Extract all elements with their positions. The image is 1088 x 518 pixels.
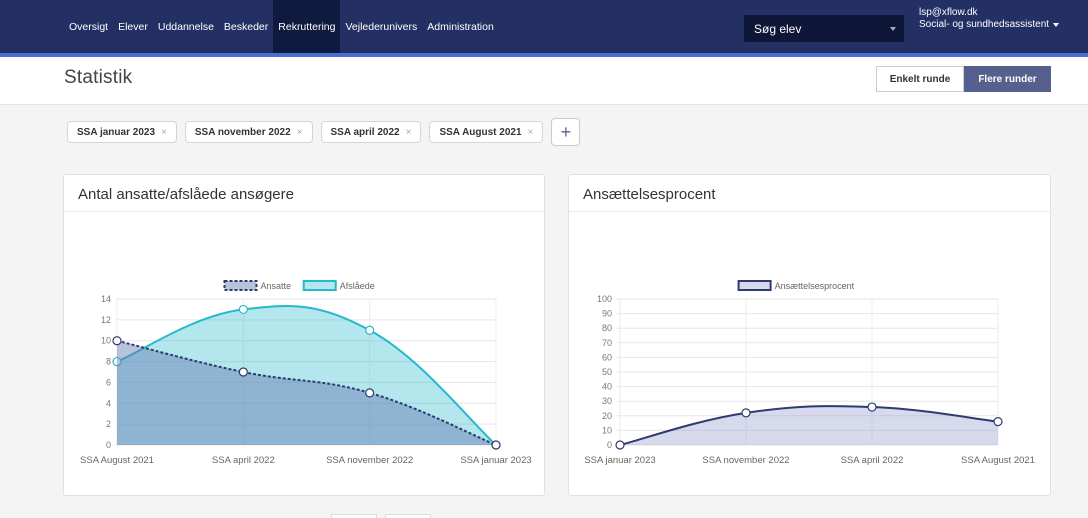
x-tick-label: SSA november 2022: [702, 455, 789, 466]
y-tick-label: 100: [597, 294, 612, 304]
y-tick-label: 20: [602, 411, 612, 421]
y-tick-label: 4: [106, 398, 111, 408]
page-header: Statistik Enkelt runde Flere runder: [0, 57, 1088, 105]
nav-item-uddannelse[interactable]: Uddannelse: [153, 0, 219, 53]
nav-item-vejlederunivers[interactable]: Vejlederunivers: [340, 0, 422, 53]
y-tick-label: 40: [602, 382, 612, 392]
y-tick-label: 80: [602, 323, 612, 333]
legend-label: Afslåede: [340, 281, 375, 291]
page-title: Statistik: [64, 67, 133, 88]
round-filter-chips: SSA januar 2023 × SSA november 2022 × SS…: [67, 118, 581, 146]
chevron-down-icon: [1053, 23, 1060, 27]
y-tick-label: 10: [602, 425, 612, 435]
y-tick-label: 6: [106, 377, 111, 387]
user-email: lsp@xflow.dk: [919, 7, 978, 18]
top-navbar: Oversigt Elever Uddannelse Beskeder Rekr…: [0, 0, 1088, 53]
nav-item-rekruttering[interactable]: Rekruttering: [273, 0, 341, 53]
y-tick-label: 10: [101, 336, 111, 346]
legend-swatch: [302, 280, 337, 291]
hired-rejected-chart: 0 2 4 6 8 10 12 14 SSA August 2021 SSA april 2022…: [80, 280, 532, 466]
close-icon[interactable]: ×: [406, 127, 412, 138]
x-tick-label: SSA August 2021: [961, 455, 1035, 466]
nav-item-beskeder[interactable]: Beskeder: [219, 0, 273, 53]
y-tick-label: 14: [101, 294, 111, 304]
series-area: [620, 406, 998, 445]
nav-item-administration[interactable]: Administration: [422, 0, 499, 53]
legend-label: Ansættelsesprocent: [775, 281, 855, 291]
x-tick-label: SSA januar 2023: [584, 455, 655, 466]
chart-card-hire-percentage: Ansættelsesprocent 0 10 20 30 40 50 60 70 80 90 10…: [568, 174, 1051, 496]
data-point: [365, 388, 375, 398]
chevron-down-icon: [890, 26, 896, 31]
user-role: Social- og sundhedsassistent: [919, 19, 1050, 30]
y-tick-label: 70: [602, 338, 612, 348]
data-point: [112, 336, 122, 346]
round-chip-label: SSA August 2021: [439, 126, 522, 138]
legend-swatch: [223, 280, 258, 291]
single-round-button[interactable]: Enkelt runde: [876, 66, 964, 92]
pagination-button[interactable]: [331, 514, 377, 518]
hire-percentage-chart: 0 10 20 30 40 50 60 70 80 90 100 SSA januar 2023 SSA…: [584, 280, 1035, 466]
y-tick-label: 60: [602, 352, 612, 362]
data-point: [615, 440, 625, 450]
round-chip: SSA januar 2023 ×: [67, 121, 177, 143]
x-tick-label: SSA april 2022: [841, 455, 904, 466]
nav-item-elever[interactable]: Elever: [113, 0, 153, 53]
data-point: [238, 304, 248, 315]
user-role-dropdown[interactable]: Social- og sundhedsassistent: [919, 19, 1060, 31]
y-tick-label: 0: [106, 440, 111, 450]
multiple-rounds-button[interactable]: Flere runder: [964, 66, 1051, 92]
chart-card-hired-rejected: Antal ansatte/afslåede ansøgere 0 2 4 6 8 10 1…: [63, 174, 545, 496]
user-menu[interactable]: lsp@xflow.dk Social- og sundhedsassisten…: [919, 7, 1060, 31]
data-point: [741, 408, 751, 418]
y-tick-label: 0: [607, 440, 612, 450]
data-point: [491, 440, 501, 450]
round-chip-label: SSA november 2022: [194, 126, 291, 138]
student-search-select[interactable]: Søg elev: [744, 15, 904, 42]
legend-label: Ansatte: [261, 281, 292, 291]
y-tick-label: 50: [602, 367, 612, 377]
nav-item-oversigt[interactable]: Oversigt: [64, 0, 113, 53]
data-point: [993, 417, 1003, 427]
data-point: [365, 325, 375, 335]
y-tick-label: 12: [101, 315, 111, 325]
y-tick-label: 2: [106, 419, 111, 429]
round-chip: SSA August 2021 ×: [429, 121, 544, 143]
close-icon[interactable]: ×: [297, 127, 303, 138]
data-point: [238, 367, 248, 377]
x-tick-label: SSA August 2021: [80, 455, 154, 466]
add-round-button[interactable]: +: [551, 118, 581, 146]
y-tick-label: 8: [106, 357, 111, 367]
data-point: [867, 402, 877, 412]
y-tick-label: 90: [602, 309, 612, 319]
y-tick-label: 30: [602, 396, 612, 406]
round-chip-label: SSA januar 2023: [77, 126, 156, 138]
x-tick-label: SSA april 2022: [212, 455, 275, 466]
student-search-label: Søg elev: [754, 21, 802, 36]
close-icon[interactable]: ×: [161, 127, 167, 138]
round-chip-label: SSA april 2022: [330, 126, 400, 138]
x-tick-label: SSA januar 2023: [460, 455, 531, 466]
x-tick-label: SSA november 2022: [326, 455, 413, 466]
pagination-button[interactable]: [385, 514, 431, 518]
legend-swatch: [737, 280, 772, 291]
round-chip: SSA november 2022 ×: [184, 121, 313, 143]
main-nav: Oversigt Elever Uddannelse Beskeder Rekr…: [64, 0, 499, 53]
close-icon[interactable]: ×: [528, 127, 534, 138]
round-chip: SSA april 2022 ×: [320, 121, 422, 143]
